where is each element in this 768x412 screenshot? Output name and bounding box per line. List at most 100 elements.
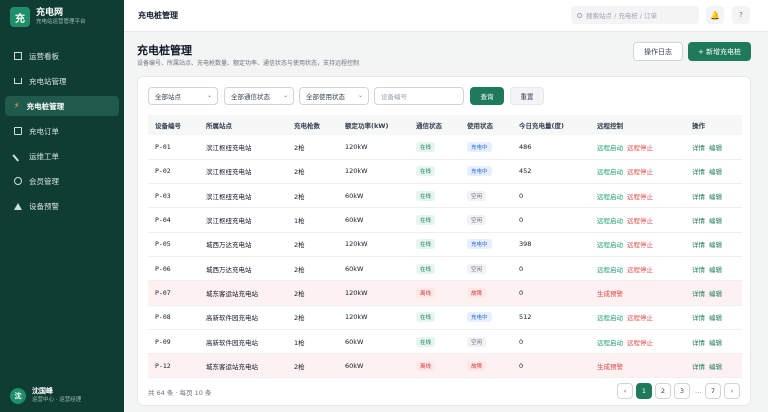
remote-start-button[interactable]: 远程启动 bbox=[597, 193, 623, 201]
notification-button[interactable]: 🔔 bbox=[706, 6, 724, 24]
usage-status-cell: 空闲 bbox=[460, 183, 512, 209]
sidebar-item-chargers[interactable]: ⚡ 充电桩管理 bbox=[5, 96, 119, 116]
gun-count-cell: 2枪 bbox=[287, 135, 338, 160]
gun-count-cell: 2枪 bbox=[287, 305, 338, 330]
remote-stop-button[interactable]: 远程停止 bbox=[627, 314, 653, 322]
comm-filter-select[interactable]: 全部通信状态 ⌄ bbox=[224, 87, 294, 105]
operations-cell: 详情 编辑 bbox=[685, 329, 742, 355]
remote-start-button[interactable]: 远程启动 bbox=[597, 339, 623, 347]
station-cell: 滨江枢纽充电站 bbox=[199, 183, 287, 209]
page-button-3[interactable]: 3 bbox=[674, 383, 690, 399]
wrench-icon bbox=[12, 150, 24, 162]
usage-filter-select[interactable]: 全部使用状态 ⌄ bbox=[299, 87, 369, 105]
detail-link[interactable]: 详情 bbox=[692, 217, 705, 225]
remote-stop-button[interactable]: 远程停止 bbox=[627, 266, 653, 274]
detail-link[interactable]: 详情 bbox=[692, 290, 705, 298]
energy-cell: 398 bbox=[512, 232, 590, 257]
detail-link[interactable]: 详情 bbox=[692, 266, 705, 274]
usage-status-badge: 充电中 bbox=[467, 239, 492, 250]
device-id-input[interactable]: 设备编号 bbox=[374, 87, 464, 105]
device-id-cell: P-08 bbox=[148, 305, 199, 330]
remote-control-cell: 远程启动 远程停止 bbox=[590, 305, 685, 330]
station-cell: 城西万达充电站 bbox=[199, 256, 287, 282]
detail-link[interactable]: 详情 bbox=[692, 193, 705, 201]
home-icon bbox=[14, 78, 22, 84]
remote-start-button[interactable]: 远程启动 bbox=[597, 241, 623, 249]
detail-link[interactable]: 详情 bbox=[692, 363, 705, 371]
sidebar-item-orders[interactable]: 充电订单 bbox=[5, 121, 119, 141]
sidebar-item-workorders[interactable]: 运维工单 bbox=[5, 146, 119, 166]
page-button-1[interactable]: 1 bbox=[636, 383, 652, 399]
remote-start-button[interactable]: 远程启动 bbox=[597, 314, 623, 322]
edit-link[interactable]: 编辑 bbox=[709, 144, 722, 152]
detail-link[interactable]: 详情 bbox=[692, 339, 705, 347]
comm-status-cell: 在线 bbox=[409, 329, 460, 355]
gun-count-cell: 2枪 bbox=[287, 256, 338, 282]
query-button[interactable]: 查询 bbox=[470, 87, 504, 105]
remote-start-button[interactable]: 远程启动 bbox=[597, 144, 623, 152]
station-cell: 滨江枢纽充电站 bbox=[199, 135, 287, 160]
sidebar-item-alerts[interactable]: 设备预警 bbox=[5, 196, 119, 216]
operations-cell: 详情 编辑 bbox=[685, 159, 742, 185]
topbar-title: 充电桩管理 bbox=[138, 11, 178, 20]
edit-link[interactable]: 编辑 bbox=[709, 266, 722, 274]
brand-logo: 充 bbox=[10, 7, 30, 27]
energy-cell: 512 bbox=[512, 305, 590, 330]
edit-link[interactable]: 编辑 bbox=[709, 339, 722, 347]
prev-page-button[interactable]: ‹ bbox=[617, 383, 633, 399]
sidebar-item-dashboard[interactable]: 运营看板 bbox=[5, 46, 119, 66]
search-input[interactable]: 搜索站点 / 充电桩 / 订单 bbox=[571, 6, 699, 24]
add-charger-button[interactable]: + 新增充电桩 bbox=[688, 42, 751, 61]
remote-start-button[interactable]: 远程启动 bbox=[597, 217, 623, 225]
comm-status-badge: 在线 bbox=[416, 239, 436, 250]
remote-stop-button[interactable]: 远程停止 bbox=[627, 193, 653, 201]
generate-alert-button[interactable]: 生成预警 bbox=[597, 363, 623, 371]
detail-link[interactable]: 详情 bbox=[692, 241, 705, 249]
generate-alert-button[interactable]: 生成预警 bbox=[597, 290, 623, 298]
table-row: P-04 滨江枢纽充电站 1枪 60kW 在线 空闲 0 远程启动 远程停止 详情 编辑 bbox=[148, 207, 742, 233]
operations-cell: 详情 编辑 bbox=[685, 183, 742, 209]
remote-stop-button[interactable]: 远程停止 bbox=[627, 217, 653, 225]
edit-link[interactable]: 编辑 bbox=[709, 217, 722, 225]
chevron-down-icon: ⌄ bbox=[206, 92, 212, 99]
device-id-cell: P-09 bbox=[148, 329, 199, 355]
column-header: 远程控制 bbox=[590, 115, 685, 135]
usage-status-badge: 空闲 bbox=[467, 215, 487, 226]
sidebar-item-members[interactable]: 会员管理 bbox=[5, 171, 119, 191]
user-icon bbox=[14, 177, 22, 185]
remote-start-button[interactable]: 远程启动 bbox=[597, 266, 623, 274]
gun-count-cell: 2枪 bbox=[287, 159, 338, 185]
sidebar-item-label: 运营看板 bbox=[29, 51, 59, 61]
power-cell: 120kW bbox=[338, 135, 409, 160]
remote-stop-button[interactable]: 远程停止 bbox=[627, 339, 653, 347]
detail-link[interactable]: 详情 bbox=[692, 144, 705, 152]
edit-link[interactable]: 编辑 bbox=[709, 168, 722, 176]
reset-button[interactable]: 重置 bbox=[510, 87, 544, 105]
gun-count-cell: 2枪 bbox=[287, 280, 338, 306]
edit-link[interactable]: 编辑 bbox=[709, 314, 722, 322]
remote-stop-button[interactable]: 远程停止 bbox=[627, 241, 653, 249]
remote-stop-button[interactable]: 远程停止 bbox=[627, 168, 653, 176]
table-header: 设备编号 所属站点 充电枪数 额定功率(kW) 通信状态 使用状态 今日充电量(… bbox=[148, 115, 742, 135]
page-button-2[interactable]: 2 bbox=[655, 383, 671, 399]
remote-start-button[interactable]: 远程启动 bbox=[597, 168, 623, 176]
next-page-button[interactable]: › bbox=[724, 383, 740, 399]
detail-link[interactable]: 详情 bbox=[692, 168, 705, 176]
station-filter-select[interactable]: 全部站点 ⌄ bbox=[148, 87, 218, 105]
detail-link[interactable]: 详情 bbox=[692, 314, 705, 322]
remote-stop-button[interactable]: 远程停止 bbox=[627, 144, 653, 152]
sidebar-item-stations[interactable]: 充电站管理 bbox=[5, 71, 119, 91]
operation-log-button[interactable]: 操作日志 bbox=[633, 42, 683, 61]
user-profile[interactable]: 沈 沈国峰 运营中心 · 运营经理 bbox=[10, 387, 81, 404]
remote-control-cell: 远程启动 远程停止 bbox=[590, 329, 685, 355]
edit-link[interactable]: 编辑 bbox=[709, 241, 722, 249]
topbar: 充电桩管理 搜索站点 / 充电桩 / 订单 🔔 ? bbox=[124, 0, 768, 32]
page-button-7[interactable]: 7 bbox=[705, 383, 721, 399]
edit-link[interactable]: 编辑 bbox=[709, 193, 722, 201]
edit-link[interactable]: 编辑 bbox=[709, 363, 722, 371]
help-button[interactable]: ? bbox=[732, 6, 750, 24]
gun-count-cell: 2枪 bbox=[287, 183, 338, 209]
energy-cell: 0 bbox=[512, 207, 590, 233]
energy-cell: 0 bbox=[512, 183, 590, 209]
edit-link[interactable]: 编辑 bbox=[709, 290, 722, 298]
